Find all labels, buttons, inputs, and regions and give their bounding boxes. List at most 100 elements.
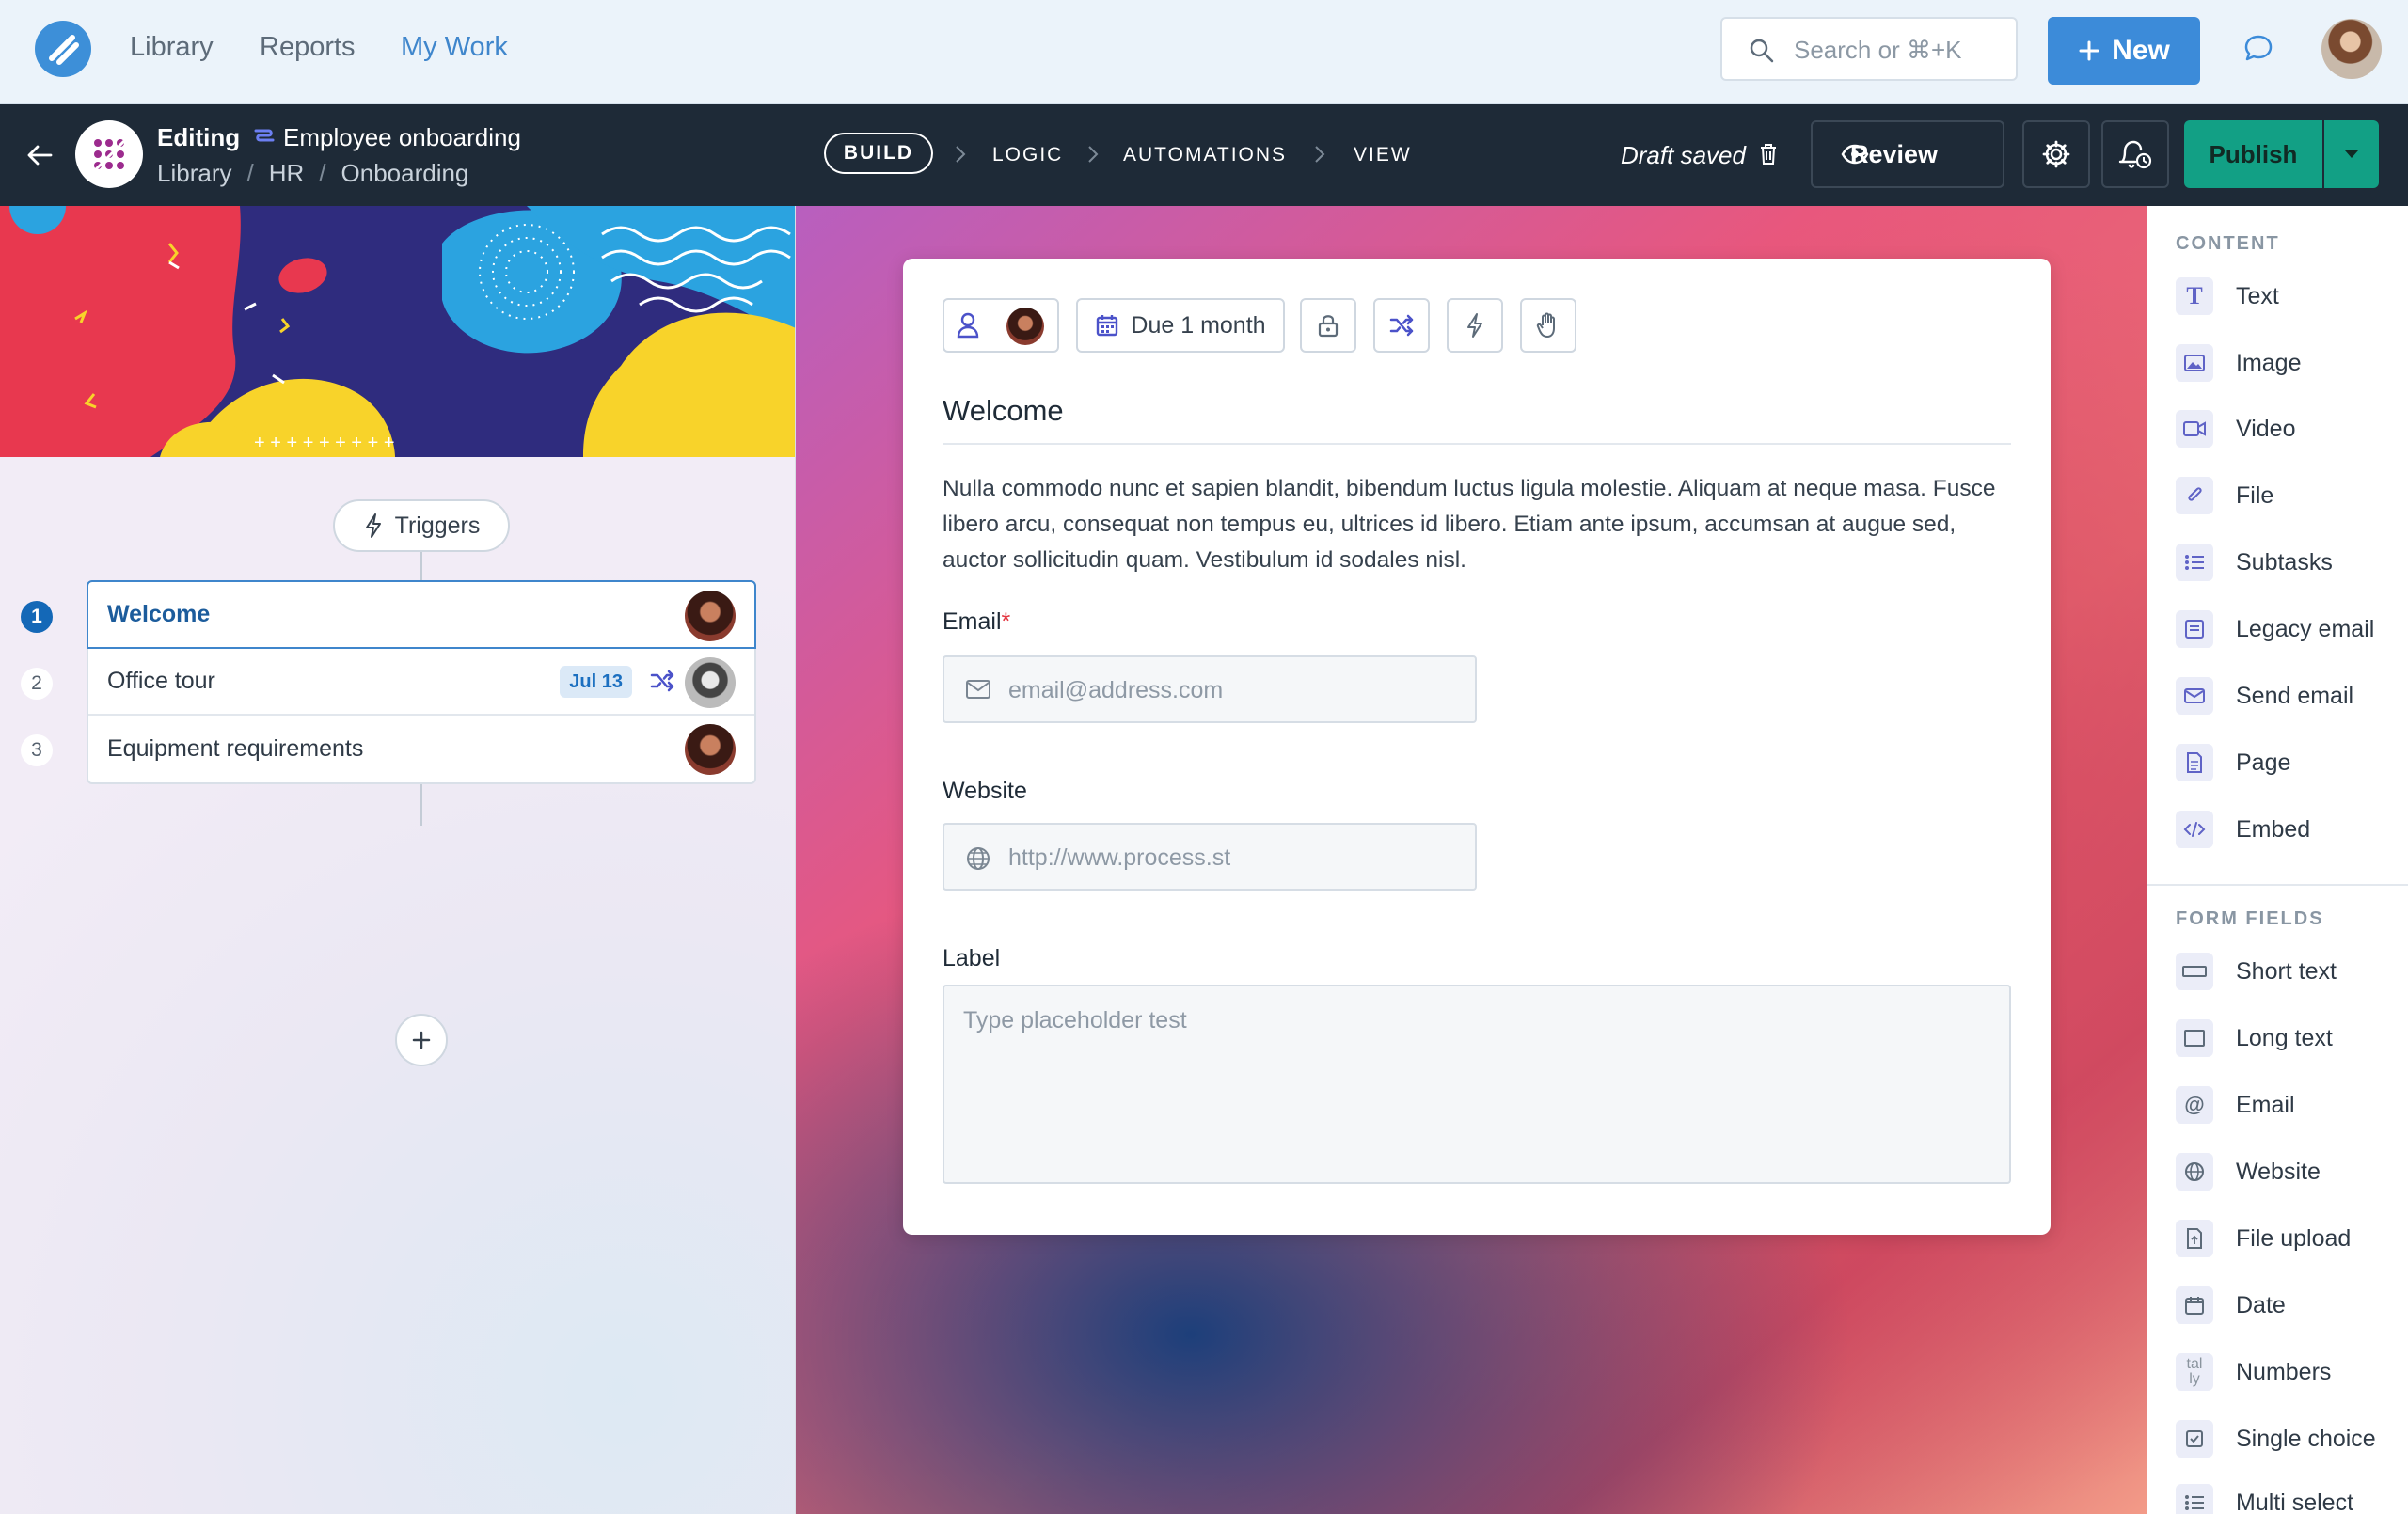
field-email[interactable]: @ Email [2176, 1083, 2295, 1127]
user-avatar[interactable] [2321, 19, 2382, 79]
nav-library[interactable]: Library [130, 32, 214, 63]
widget-label: Date [2236, 1291, 2286, 1318]
nav-reports[interactable]: Reports [260, 32, 356, 63]
chevron-right-icon [956, 146, 966, 163]
field-file-upload[interactable]: File upload [2176, 1217, 2351, 1260]
task-name: Welcome [107, 601, 211, 627]
add-task-button[interactable] [395, 1014, 448, 1066]
widget-image[interactable]: Image [2176, 341, 2301, 385]
user-icon [957, 312, 979, 339]
breadcrumb-onboarding[interactable]: Onboarding [341, 159, 469, 187]
publish-dropdown-button[interactable] [2324, 120, 2379, 188]
lock-icon [1318, 315, 1339, 338]
document-icon [2176, 744, 2213, 781]
trash-icon[interactable] [1758, 142, 1779, 166]
breadcrumb-hr[interactable]: HR [269, 159, 305, 187]
tab-build[interactable]: BUILD [824, 133, 933, 174]
tab-automations[interactable]: AUTOMATIONS [1123, 144, 1287, 166]
review-button[interactable]: Review [1811, 120, 2004, 188]
task-name: Equipment requirements [107, 735, 364, 762]
widget-file[interactable]: File [2176, 474, 2273, 517]
email-input[interactable] [1008, 672, 1460, 708]
logo-icon [49, 35, 79, 65]
widget-embed[interactable]: Embed [2176, 808, 2310, 851]
field-long-text[interactable]: Long text [2176, 1017, 2333, 1060]
chat-icon[interactable] [2242, 32, 2274, 64]
widget-label: Text [2236, 282, 2279, 309]
permissions-button[interactable] [1300, 298, 1356, 353]
assignee-avatar[interactable] [685, 724, 736, 775]
website-field[interactable] [943, 823, 1477, 891]
task-editor-area: Due 1 month Welcome Nulla commodo nunc e… [796, 206, 2147, 1514]
breadcrumb: Library / HR / Onboarding [157, 159, 468, 188]
caret-down-icon [2345, 150, 2358, 158]
widget-legacy-email[interactable]: Legacy email [2176, 607, 2374, 651]
at-sign-icon: @ [2176, 1086, 2213, 1124]
label-textarea[interactable] [943, 985, 2011, 1184]
nav-my-work[interactable]: My Work [401, 32, 508, 63]
app-logo[interactable] [35, 21, 91, 77]
connector-line [420, 552, 422, 580]
widget-label: Page [2236, 749, 2291, 776]
field-single-choice[interactable]: Single choice [2176, 1417, 2376, 1460]
field-numbers[interactable]: tal ly Numbers [2176, 1350, 2331, 1394]
website-input[interactable] [1008, 840, 1460, 875]
widget-video[interactable]: Video [2176, 407, 2296, 450]
content-section-heading: CONTENT [2176, 233, 2280, 254]
label-field-label: Label [943, 945, 1001, 971]
search-box[interactable] [1720, 17, 2018, 81]
workflow-icon [254, 129, 275, 142]
email-field[interactable] [943, 655, 1477, 723]
new-button-label: New [2112, 35, 2170, 66]
conditional-logic-button[interactable] [1373, 298, 1430, 353]
widget-label: Long text [2236, 1024, 2333, 1051]
widget-label: File [2236, 481, 2274, 509]
task-card: Due 1 month Welcome Nulla commodo nunc e… [903, 259, 2051, 1235]
gear-icon [2042, 140, 2070, 168]
automations-button[interactable] [1447, 298, 1503, 353]
assignees-button[interactable] [943, 298, 1059, 353]
task-description[interactable]: Nulla commodo nunc et sapien blandit, bi… [943, 471, 2015, 578]
chevron-right-icon [1088, 146, 1099, 163]
notification-schedule-button[interactable] [2101, 120, 2169, 188]
widget-label: Single choice [2236, 1425, 2376, 1452]
new-button[interactable]: New [2048, 17, 2200, 85]
widget-page[interactable]: Page [2176, 741, 2290, 784]
search-input[interactable] [1794, 32, 2010, 68]
task-item-office-tour[interactable]: 2 Office tour Jul 13 [21, 649, 754, 716]
due-date-badge: Jul 13 [560, 666, 632, 698]
back-arrow-icon[interactable] [24, 140, 55, 170]
workflow-title[interactable]: Employee onboarding [283, 123, 521, 152]
task-title[interactable]: Welcome [943, 394, 1064, 428]
paperclip-icon [2176, 477, 2213, 514]
publish-button[interactable]: Publish [2184, 120, 2322, 188]
task-name: Office tour [107, 668, 215, 694]
task-item-equipment-requirements[interactable]: 3 Equipment requirements [21, 716, 754, 782]
assignee-avatar[interactable] [685, 591, 736, 641]
editing-label: Editing [157, 123, 241, 151]
tab-view[interactable]: VIEW [1354, 144, 1412, 166]
settings-button[interactable] [2022, 120, 2090, 188]
field-website[interactable]: Website [2176, 1150, 2321, 1193]
field-date[interactable]: Date [2176, 1284, 2286, 1327]
form-fields-section-heading: FORM FIELDS [2176, 908, 2324, 929]
tab-logic[interactable]: LOGIC [992, 144, 1063, 166]
triggers-button[interactable]: Triggers [333, 499, 510, 552]
assignee-avatar[interactable] [685, 657, 736, 708]
breadcrumb-library[interactable]: Library [157, 159, 231, 187]
field-multi-select[interactable]: Multi select [2176, 1481, 2353, 1514]
plus-icon [2079, 40, 2099, 61]
due-date-button[interactable]: Due 1 month [1076, 298, 1285, 353]
widget-label: Video [2236, 415, 2296, 442]
widget-send-email[interactable]: Send email [2176, 674, 2353, 718]
email-field-label: Email* [943, 608, 1010, 636]
file-upload-icon [2176, 1220, 2213, 1257]
field-short-text[interactable]: Short text [2176, 950, 2337, 993]
widget-subtasks[interactable]: Subtasks [2176, 541, 2333, 584]
task-item-welcome[interactable]: 1 Welcome [21, 580, 756, 649]
stop-task-button[interactable] [1520, 298, 1576, 353]
search-icon [1750, 39, 1774, 63]
triggers-label: Triggers [394, 512, 481, 539]
template-icon [75, 120, 143, 188]
widget-text[interactable]: T Text [2176, 275, 2279, 318]
